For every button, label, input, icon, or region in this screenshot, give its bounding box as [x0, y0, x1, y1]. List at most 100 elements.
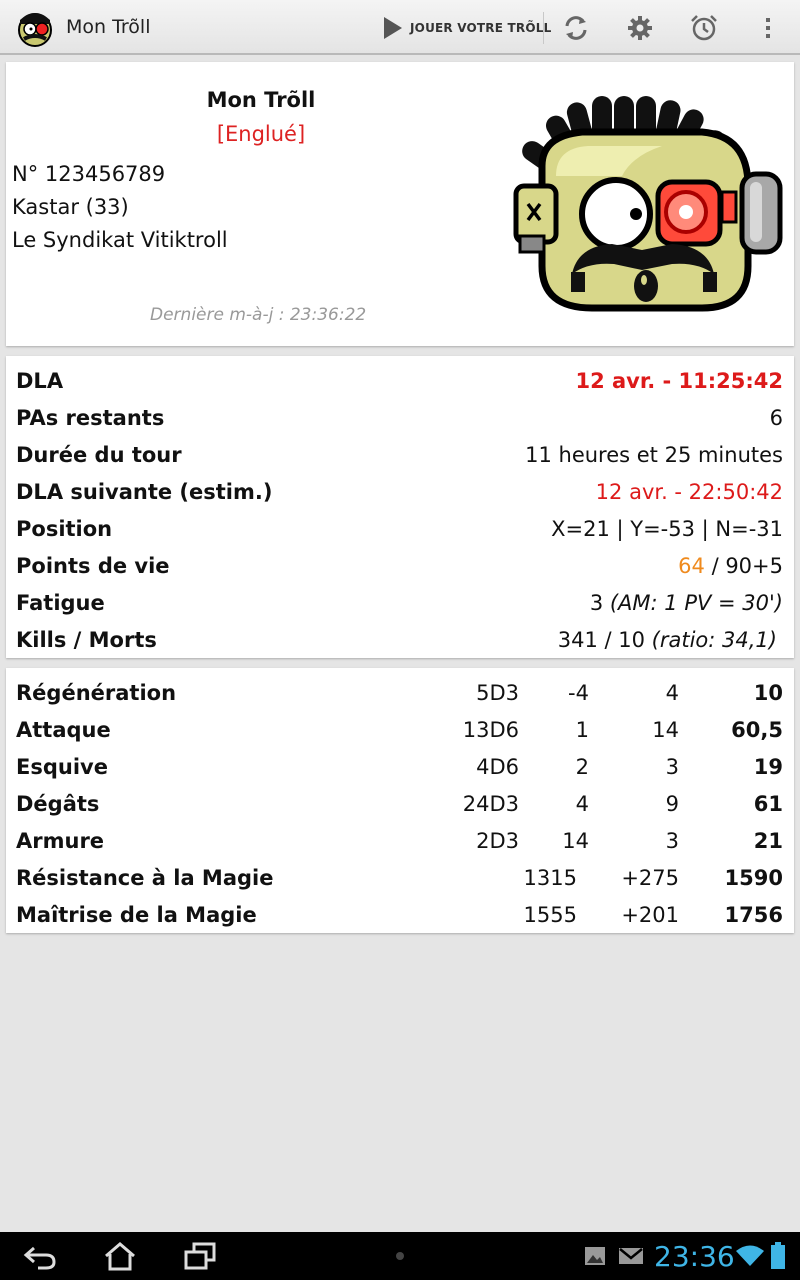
- action-divider: [543, 12, 544, 44]
- stat-row-damage: Dégâts 24D3 4 9 61: [16, 785, 783, 822]
- recent-apps-icon[interactable]: [180, 1240, 220, 1272]
- info-label: Fatigue: [16, 591, 105, 615]
- stat-row-magic-resistance: Résistance à la Magie 1315 +275 1590: [16, 859, 783, 896]
- app-title: Mon Trõll: [66, 16, 151, 38]
- stat-label: Dégâts: [16, 792, 100, 816]
- action-bar: Mon Trõll JOUER VOTRE TRÕLL: [0, 0, 800, 55]
- stat-total: 61: [753, 792, 783, 816]
- troll-name: Mon Trõll: [206, 88, 316, 112]
- stat-total: 10: [753, 681, 783, 705]
- stat-mod: 9: [665, 792, 679, 816]
- stat-label: Résistance à la Magie: [16, 866, 274, 890]
- info-value: 64 / 90+5: [678, 554, 783, 578]
- hp-current: 64: [678, 554, 705, 578]
- hp-max: / 90+5: [704, 554, 783, 578]
- stat-bonus: 14: [562, 829, 589, 853]
- troll-number: N° 123456789: [12, 162, 166, 186]
- play-troll-label: JOUER VOTRE TRÕLL: [410, 21, 552, 35]
- troll-stats-card: Régénération 5D3 -4 4 10 Attaque 13D6 1 …: [6, 668, 794, 933]
- stat-bonus: +275: [621, 866, 679, 890]
- stat-dice: 2D3: [476, 829, 519, 853]
- stat-total: 60,5: [731, 718, 783, 742]
- info-value: 12 avr. - 11:25:42: [575, 369, 783, 393]
- stat-mod: 14: [652, 718, 679, 742]
- system-nav-bar: 23:36: [0, 1232, 800, 1280]
- troll-avatar: [513, 96, 783, 312]
- status-clock: 23:36: [654, 1240, 735, 1273]
- overflow-menu-icon[interactable]: [753, 13, 783, 43]
- fatigue-value: 3: [589, 591, 610, 615]
- info-row-fatigue: Fatigue 3 (AM: 1 PV = 30'): [16, 584, 783, 621]
- stat-row-attack: Attaque 13D6 1 14 60,5: [16, 711, 783, 748]
- info-value: 6: [769, 406, 783, 430]
- refresh-icon[interactable]: [561, 13, 591, 43]
- play-troll-button[interactable]: JOUER VOTRE TRÕLL: [384, 10, 551, 46]
- kills-value: 341 / 10: [557, 628, 652, 652]
- info-row-dla: DLA 12 avr. - 11:25:42: [16, 362, 783, 399]
- home-icon[interactable]: [100, 1240, 140, 1272]
- info-label: Kills / Morts: [16, 628, 157, 652]
- info-value: 11 heures et 25 minutes: [525, 443, 783, 467]
- settings-gear-icon[interactable]: [625, 13, 655, 43]
- info-label: DLA suivante (estim.): [16, 480, 273, 504]
- stat-base: 1315: [523, 866, 577, 890]
- fatigue-note: (AM: 1 PV = 30'): [609, 591, 783, 615]
- gallery-icon: [585, 1247, 605, 1265]
- stat-label: Maîtrise de la Magie: [16, 903, 257, 927]
- troll-app-icon[interactable]: [12, 8, 58, 48]
- stat-dice: 4D6: [476, 755, 519, 779]
- stat-dice: 13D6: [462, 718, 519, 742]
- stat-total: 1590: [724, 866, 783, 890]
- play-icon: [384, 17, 402, 39]
- stat-dice: 24D3: [462, 792, 519, 816]
- stat-label: Régénération: [16, 681, 177, 705]
- troll-profile-card: Mon Trõll [Englué] N° 123456789 Kastar (…: [6, 62, 794, 346]
- kills-ratio: (ratio: 34,1): [651, 628, 777, 652]
- stat-bonus: 4: [575, 792, 589, 816]
- stat-mod: 3: [665, 829, 679, 853]
- stat-bonus: -4: [568, 681, 589, 705]
- back-icon[interactable]: [20, 1240, 60, 1272]
- info-row-turn-duration: Durée du tour 11 heures et 25 minutes: [16, 436, 783, 473]
- stat-mod: 3: [665, 755, 679, 779]
- info-value: 341 / 10 (ratio: 34,1): [558, 628, 777, 652]
- troll-info-card: DLA 12 avr. - 11:25:42 PAs restants 6 Du…: [6, 356, 794, 658]
- info-label: Position: [16, 517, 113, 541]
- stat-base: 1555: [523, 903, 577, 927]
- gmail-icon: [619, 1248, 643, 1264]
- stat-label: Esquive: [16, 755, 108, 779]
- info-value: 12 avr. - 22:50:42: [595, 480, 783, 504]
- stat-dice: 5D3: [476, 681, 519, 705]
- stat-total: 21: [753, 829, 783, 853]
- stat-total: 19: [753, 755, 783, 779]
- info-row-position: Position X=21 | Y=-53 | N=-31: [16, 510, 783, 547]
- stat-row-dodge: Esquive 4D6 2 3 19: [16, 748, 783, 785]
- stat-bonus: 1: [575, 718, 589, 742]
- stat-row-armor: Armure 2D3 14 3 21: [16, 822, 783, 859]
- troll-race-level: Kastar (33): [12, 195, 129, 219]
- info-row-next-dla: DLA suivante (estim.) 12 avr. - 22:50:42: [16, 473, 783, 510]
- stat-row-regeneration: Régénération 5D3 -4 4 10: [16, 674, 783, 711]
- stat-total: 1756: [724, 903, 783, 927]
- stat-mod: 4: [665, 681, 679, 705]
- info-row-hp: Points de vie 64 / 90+5: [16, 547, 783, 584]
- info-value: X=21 | Y=-53 | N=-31: [551, 517, 783, 541]
- troll-status: [Englué]: [216, 122, 306, 146]
- info-row-kills: Kills / Morts 341 / 10 (ratio: 34,1): [16, 621, 783, 658]
- wifi-icon: [736, 1245, 764, 1266]
- info-label: DLA: [16, 369, 64, 393]
- last-update: Dernière m-à-j : 23:36:22: [150, 305, 367, 325]
- stat-bonus: +201: [621, 903, 679, 927]
- info-label: Points de vie: [16, 554, 170, 578]
- troll-guild: Le Syndikat Vitiktroll: [12, 228, 228, 252]
- dot-indicator-icon: [396, 1252, 404, 1260]
- stat-label: Armure: [16, 829, 105, 853]
- info-label: PAs restants: [16, 406, 165, 430]
- alarm-clock-icon[interactable]: [689, 13, 719, 43]
- stat-row-magic-mastery: Maîtrise de la Magie 1555 +201 1756: [16, 896, 783, 933]
- info-row-pa: PAs restants 6: [16, 399, 783, 436]
- stat-label: Attaque: [16, 718, 111, 742]
- info-label: Durée du tour: [16, 443, 182, 467]
- stat-bonus: 2: [575, 755, 589, 779]
- battery-icon: [771, 1242, 785, 1269]
